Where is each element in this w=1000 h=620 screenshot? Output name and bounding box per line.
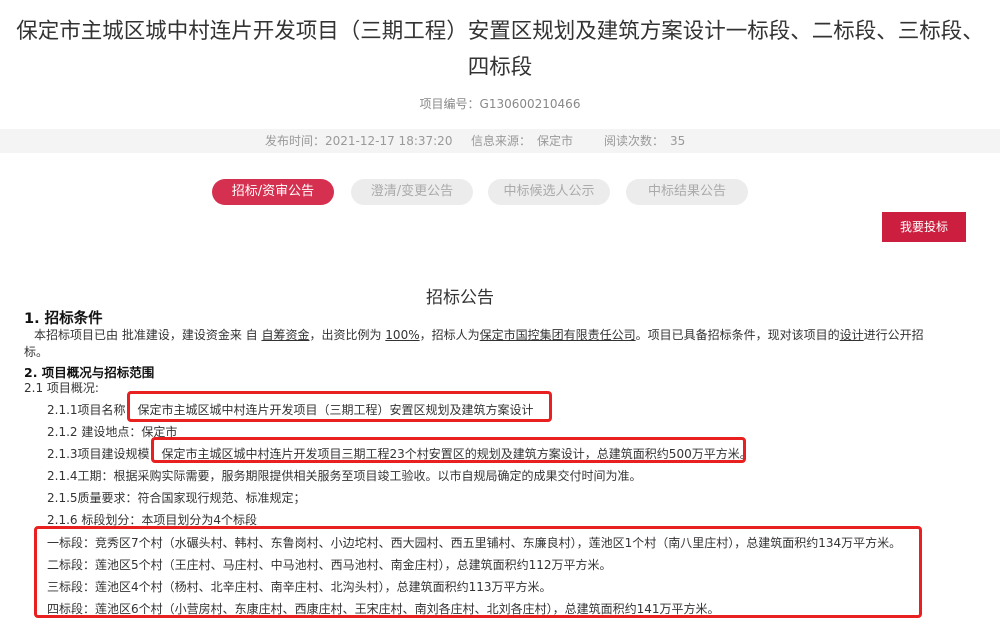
section-1-paragraph: 本招标项目已由 批准建设，建设资金来 自 自筹资金，出资比例为 100%，招标人… <box>34 326 924 343</box>
highlight-lots <box>34 526 922 618</box>
tab-bid-notice[interactable]: 招标/资审公告 <box>212 179 334 205</box>
text-segment: ，出资比例为 <box>309 328 386 342</box>
source-value: 保定市 <box>537 134 574 148</box>
item-quality: 2.1.5质量要求：符合国家现行规范、标准规定； <box>47 491 306 505</box>
section-1-tail: 标。 <box>24 345 49 359</box>
page-title-line-2: 四标段 <box>467 55 533 80</box>
publish-label: 发布时间： <box>265 134 326 148</box>
page-title: 保定市主城区城中村连片开发项目（三期工程）安置区规划及建筑方案设计一标段、二标段… <box>0 14 1000 86</box>
tenderer-name: 保定市国控集团有限责任公司 <box>479 328 636 342</box>
meta-bar: 发布时间： 2021-12-17 18:37:20 信息来源： 保定市 阅读次数… <box>0 129 1000 153</box>
text-segment: 。项目已具备招标条件，现对该项目的 <box>635 328 840 342</box>
views-count: 35 <box>670 134 686 148</box>
bid-button[interactable]: 我要投标 <box>882 212 966 242</box>
tender-scope: 设计 <box>839 328 864 342</box>
highlight-project-name <box>127 391 552 422</box>
item-period: 2.1.4工期：根据采购实际需要，服务期限提供相关服务至项目竣工验收。以市自规局… <box>47 469 642 483</box>
text-segment: 本招标项目已由 批准建设，建设资金来 自 <box>34 328 262 342</box>
notice-title: 招标公告 <box>426 288 494 308</box>
text-segment: ，招标人为 <box>419 328 480 342</box>
funding-ratio: 100% <box>385 328 420 342</box>
publish-time: 2021-12-17 18:37:20 <box>325 134 453 148</box>
project-code: 项目编号：G130600210466 <box>419 97 581 111</box>
section-1-heading: 1. 招标条件 <box>24 311 103 327</box>
sub-heading-2-1: 2.1 项目概况: <box>24 381 99 395</box>
views-label: 阅读次数： <box>604 134 665 148</box>
funding-source: 自筹资金 <box>261 328 310 342</box>
tab-clarification[interactable]: 澄清/变更公告 <box>351 179 473 205</box>
source-label: 信息来源： <box>471 134 532 148</box>
page-title-line-1: 保定市主城区城中村连片开发项目（三期工程）安置区规划及建筑方案设计一标段、二标段… <box>16 19 984 44</box>
highlight-project-scale <box>151 437 746 463</box>
tab-result[interactable]: 中标结果公告 <box>626 179 748 205</box>
text-segment: 进行公开招 <box>863 328 924 342</box>
tab-candidates[interactable]: 中标候选人公示 <box>488 179 610 205</box>
